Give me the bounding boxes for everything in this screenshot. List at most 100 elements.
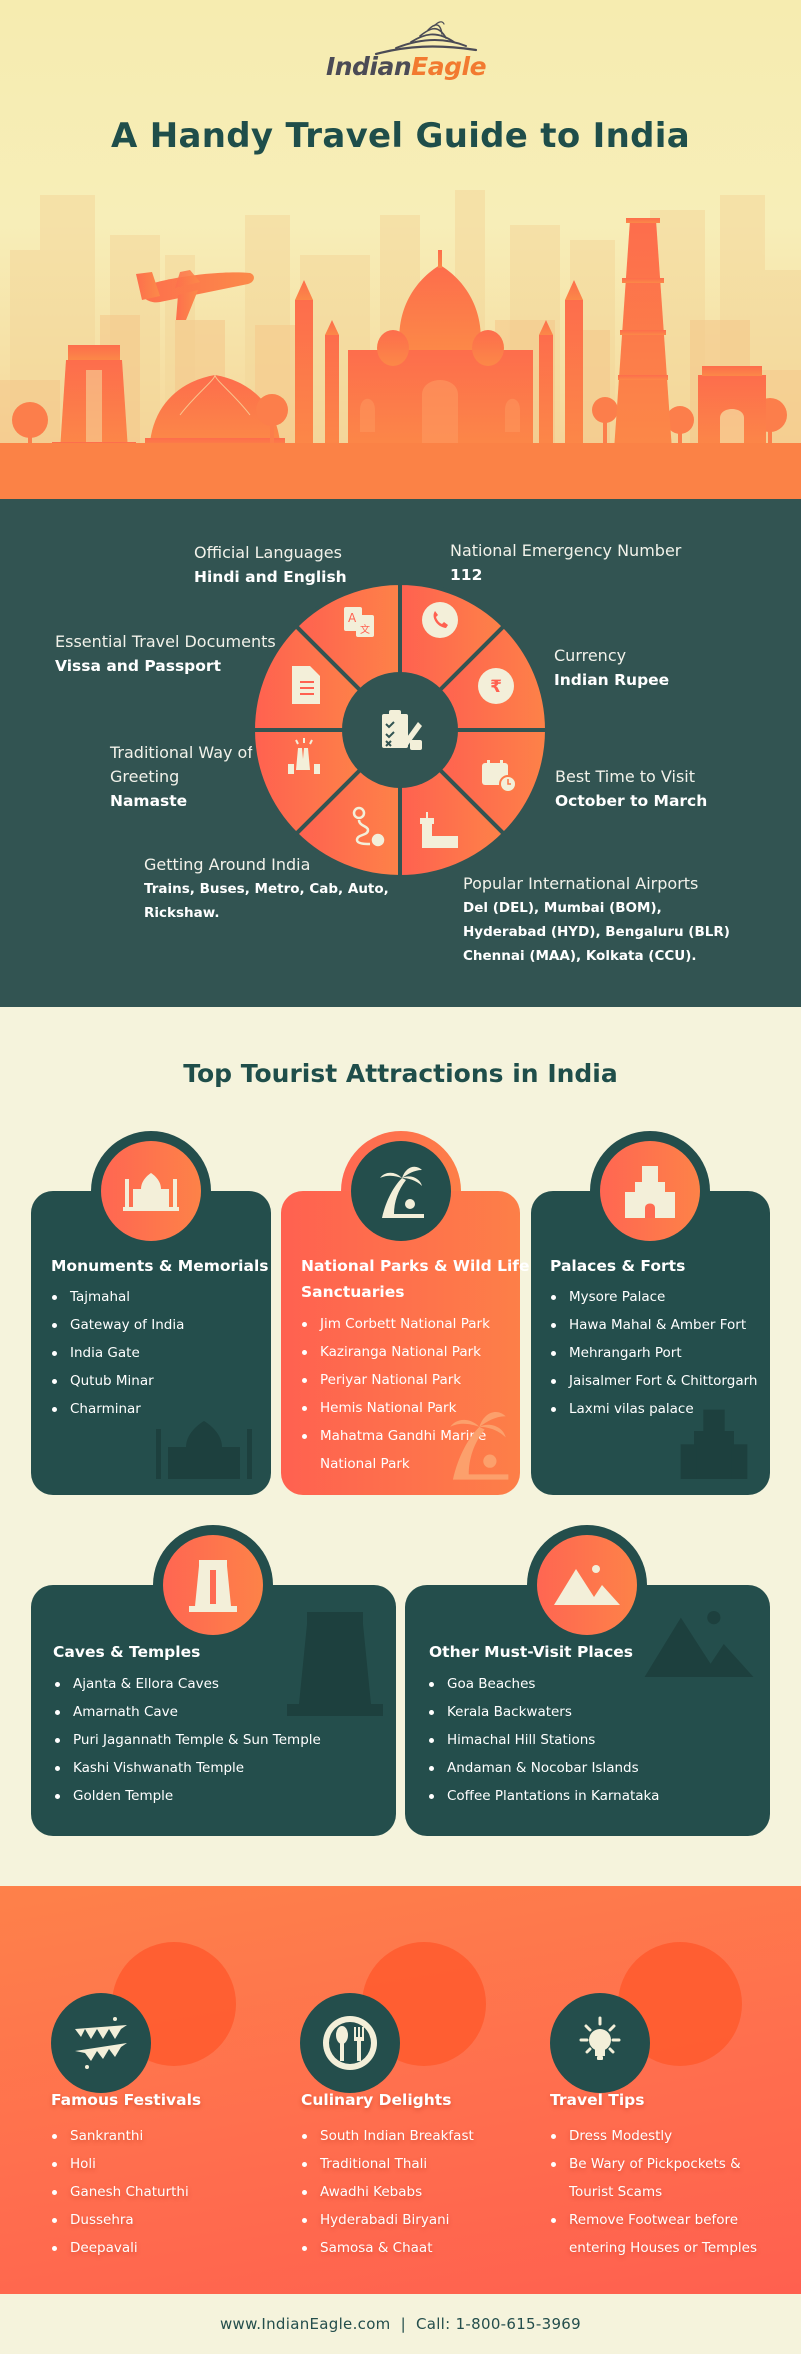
logo-wordmark: IndianEagle	[316, 52, 496, 81]
list-item: Gateway of India	[50, 1311, 184, 1339]
fact-value: Vissa and Passport	[55, 657, 221, 675]
list-item: Tajmahal	[50, 1283, 184, 1311]
fact-label: Official Languages	[194, 543, 342, 562]
hero-ground-band	[0, 443, 801, 499]
card-title: Caves & Temples	[53, 1643, 201, 1661]
fact-value-line: Trains, Buses, Metro, Cab, Auto,	[144, 881, 389, 897]
list-item: Mysore Palace	[549, 1283, 757, 1311]
extra-title: Culinary Delights	[301, 2091, 452, 2109]
list-item: Himachal Hill Stations	[427, 1726, 659, 1754]
top-attractions-section: Top Tourist Attractions in India Monumen…	[0, 1007, 801, 1886]
list-item: Jaisalmer Fort & Chittorgarh	[549, 1367, 757, 1395]
hero-banner: IndianEagle A Handy Travel Guide to Indi…	[0, 0, 801, 499]
card-title: Monuments & Memorials	[51, 1257, 269, 1275]
logo-text-eagle: Eagle	[411, 52, 487, 81]
extra-title: Famous Festivals	[51, 2091, 202, 2109]
fact-label: National Emergency Number	[450, 541, 682, 560]
temple-watermark-icon	[287, 1612, 383, 1716]
footer-separator: |	[400, 2315, 406, 2333]
fact-label: Best Time to Visit	[555, 767, 695, 786]
indian-eagle-logo[interactable]: IndianEagle	[316, 18, 496, 86]
card-title-line: Sanctuaries	[301, 1283, 405, 1301]
list-item: Hawa Mahal & Amber Fort	[549, 1311, 757, 1339]
extra-list: Dress Modestly Be Wary of Pickpockets & …	[549, 2122, 757, 2262]
fort-watermark-icon	[680, 1409, 748, 1479]
page-title: A Handy Travel Guide to India	[111, 116, 690, 156]
palm-tree-watermark-icon	[450, 1411, 509, 1480]
card-list: Mysore Palace Hawa Mahal & Amber Fort Me…	[549, 1283, 757, 1423]
extra-title: Travel Tips	[550, 2091, 645, 2109]
website-link[interactable]: www.IndianEagle.com	[220, 2315, 391, 2333]
list-item: Hyderabadi Biryani	[300, 2206, 474, 2234]
plate-cutlery-icon	[300, 1993, 400, 2093]
list-item: Amarnath Cave	[53, 1698, 321, 1726]
phone-icon	[422, 602, 458, 638]
list-item: Remove Footwear before	[549, 2206, 757, 2234]
lightbulb-icon	[550, 1993, 650, 2093]
svg-text:A: A	[348, 611, 357, 625]
rupee-icon: ₹	[478, 668, 514, 704]
list-item: Dussehra	[50, 2206, 189, 2234]
svg-text:₹: ₹	[490, 677, 502, 697]
fact-value-line: Rickshaw.	[144, 905, 220, 921]
list-item: Samosa & Chaat	[300, 2234, 474, 2262]
list-item-continuation: entering Houses or Temples	[569, 2240, 757, 2256]
fact-label: Currency	[554, 646, 627, 665]
list-item: Kaziranga National Park	[300, 1338, 490, 1366]
fact-value: Indian Rupee	[554, 671, 670, 689]
list-item: Andaman & Nocobar Islands	[427, 1754, 659, 1782]
fact-value: October to March	[555, 792, 708, 810]
list-item: Dress Modestly	[549, 2122, 757, 2150]
card-list: Tajmahal Gateway of India India Gate Qut…	[50, 1283, 184, 1423]
bunting-icon	[51, 1993, 151, 2093]
mountains-watermark-icon	[644, 1611, 754, 1677]
list-item: South Indian Breakfast	[300, 2122, 474, 2150]
list-item: Kashi Vishwanath Temple	[53, 1754, 321, 1782]
fact-international-airports: Popular International Airports Del (DEL)…	[463, 872, 730, 968]
palm-tree-icon	[351, 1141, 451, 1241]
list-item: Ganesh Chaturthi	[50, 2178, 189, 2206]
fact-value-line: Del (DEL), Mumbai (BOM),	[463, 900, 662, 916]
list-item: Kerala Backwaters	[427, 1698, 659, 1726]
list-item: Ajanta & Ellora Caves	[53, 1670, 321, 1698]
mountains-icon	[537, 1535, 637, 1635]
card-title: National Parks & Wild Life Sanctuaries	[301, 1253, 530, 1305]
list-item: Holi	[50, 2150, 189, 2178]
list-item: Awadhi Kebabs	[300, 2178, 474, 2206]
card-title: Other Must-Visit Places	[429, 1643, 634, 1661]
list-item: India Gate	[50, 1339, 184, 1367]
footer: www.IndianEagle.com | Call: 1-800-615-39…	[0, 2294, 801, 2354]
fact-label: Traditional Way of	[110, 743, 253, 762]
extra-list: South Indian Breakfast Traditional Thali…	[300, 2122, 474, 2262]
logo-text-indian: Indian	[325, 52, 412, 81]
list-item: Qutub Minar	[50, 1367, 184, 1395]
card-title: Palaces & Forts	[550, 1257, 686, 1275]
fact-value-line: Hyderabad (HYD), Bengaluru (BLR)	[463, 924, 730, 940]
facts-wheel: A 文 ₹	[250, 580, 550, 880]
taj-mahal-watermark-icon	[156, 1421, 252, 1479]
extra-list: Sankranthi Holi Ganesh Chaturthi Dussehr…	[50, 2122, 189, 2262]
card-list: Ajanta & Ellora Caves Amarnath Cave Puri…	[53, 1670, 321, 1810]
fact-travel-documents: Essential Travel Documents Vissa and Pas…	[55, 630, 276, 678]
list-item: Periyar National Park	[300, 1366, 490, 1394]
fact-label: Greeting	[110, 767, 180, 786]
card-title-line: National Parks & Wild Life	[301, 1257, 530, 1275]
list-item: Goa Beaches	[427, 1670, 659, 1698]
temple-gopuram-icon	[163, 1535, 263, 1635]
list-item: Be Wary of Pickpockets &	[549, 2150, 757, 2178]
section-title: Top Tourist Attractions in India	[183, 1059, 618, 1088]
fact-currency: Currency Indian Rupee	[554, 644, 669, 692]
list-item: Mehrangarh Port	[549, 1339, 757, 1367]
fact-value: Namaste	[110, 792, 188, 810]
fort-icon	[600, 1141, 700, 1241]
list-item: Sankranthi	[50, 2122, 189, 2150]
phone-link[interactable]: Call: 1-800-615-3969	[416, 2315, 581, 2333]
list-item-continuation: Tourist Scams	[569, 2184, 663, 2200]
fact-greeting: Traditional Way of Greeting Namaste	[110, 741, 253, 813]
fact-label: Essential Travel Documents	[55, 632, 276, 651]
svg-text:文: 文	[360, 623, 370, 636]
fact-value-line: Chennai (MAA), Kolkata (CCU).	[463, 948, 697, 964]
festivals-food-tips-section: Famous Festivals Sankranthi Holi Ganesh …	[0, 1886, 801, 2294]
list-item: Coffee Plantations in Karnataka	[427, 1782, 659, 1810]
taj-mahal-icon	[101, 1141, 201, 1241]
